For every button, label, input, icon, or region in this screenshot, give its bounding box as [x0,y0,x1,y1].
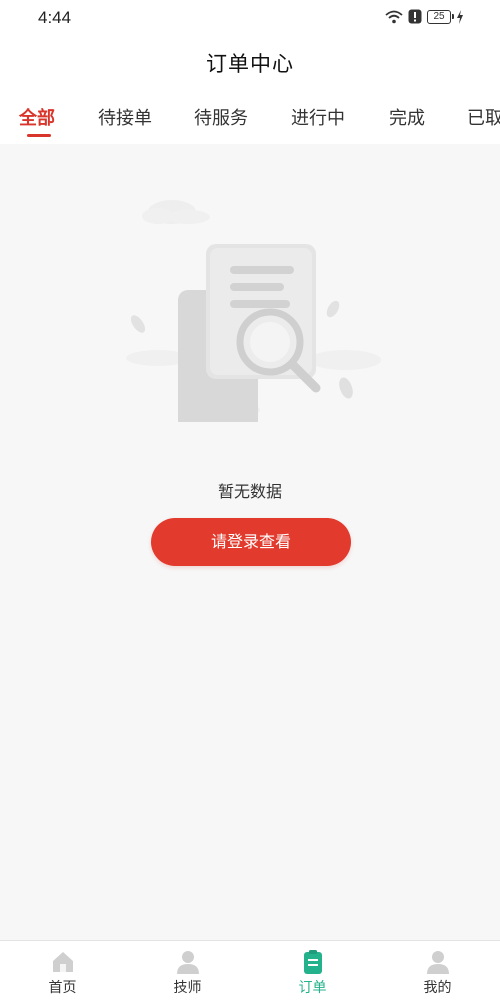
tab-cancelled[interactable]: 已取消 [467,104,500,130]
status-bar: 4:44 25 [0,0,500,36]
page-title: 订单中心 [206,52,294,76]
alert-icon [408,9,422,24]
home-icon [52,952,73,972]
order-tabs: 全部 待接单 待服务 进行中 完成 已取消 [0,96,500,144]
empty-message: 暂无数据 [217,482,282,501]
tab-pending-service[interactable]: 待服务 [194,104,248,130]
wifi-icon [385,10,403,23]
tab-all[interactable]: 全部 [19,104,55,130]
nav-item-home[interactable]: 首页 [0,941,125,1000]
nav-item-order[interactable]: 订单 [250,941,375,1000]
nav-label-technician: 技师 [173,980,202,996]
order-icon [303,950,322,974]
technician-icon [176,951,199,974]
tab-completed[interactable]: 完成 [389,104,425,130]
status-icons: 25 [385,9,464,24]
charging-icon [457,9,463,24]
nav-item-profile[interactable]: 我的 [375,941,500,1000]
status-time: 4:44 [38,8,72,27]
tab-in-progress[interactable]: 进行中 [291,104,345,130]
nav-item-technician[interactable]: 技师 [125,941,250,1000]
login-to-view-button[interactable]: 请登录查看 [151,518,351,566]
profile-icon [426,951,449,974]
nav-label-profile: 我的 [423,980,452,996]
battery-icon: 25 [427,9,454,24]
bottom-nav: 首页 技师 订单 我的 [0,940,500,1000]
order-list-area[interactable]: 暂无数据 请登录查看 [0,144,500,940]
nav-label-order: 订单 [298,980,327,996]
active-tab-indicator [27,134,51,137]
document-search-icon [126,200,381,422]
nav-label-home: 首页 [48,980,77,996]
tab-pending-accept[interactable]: 待接单 [98,104,152,130]
